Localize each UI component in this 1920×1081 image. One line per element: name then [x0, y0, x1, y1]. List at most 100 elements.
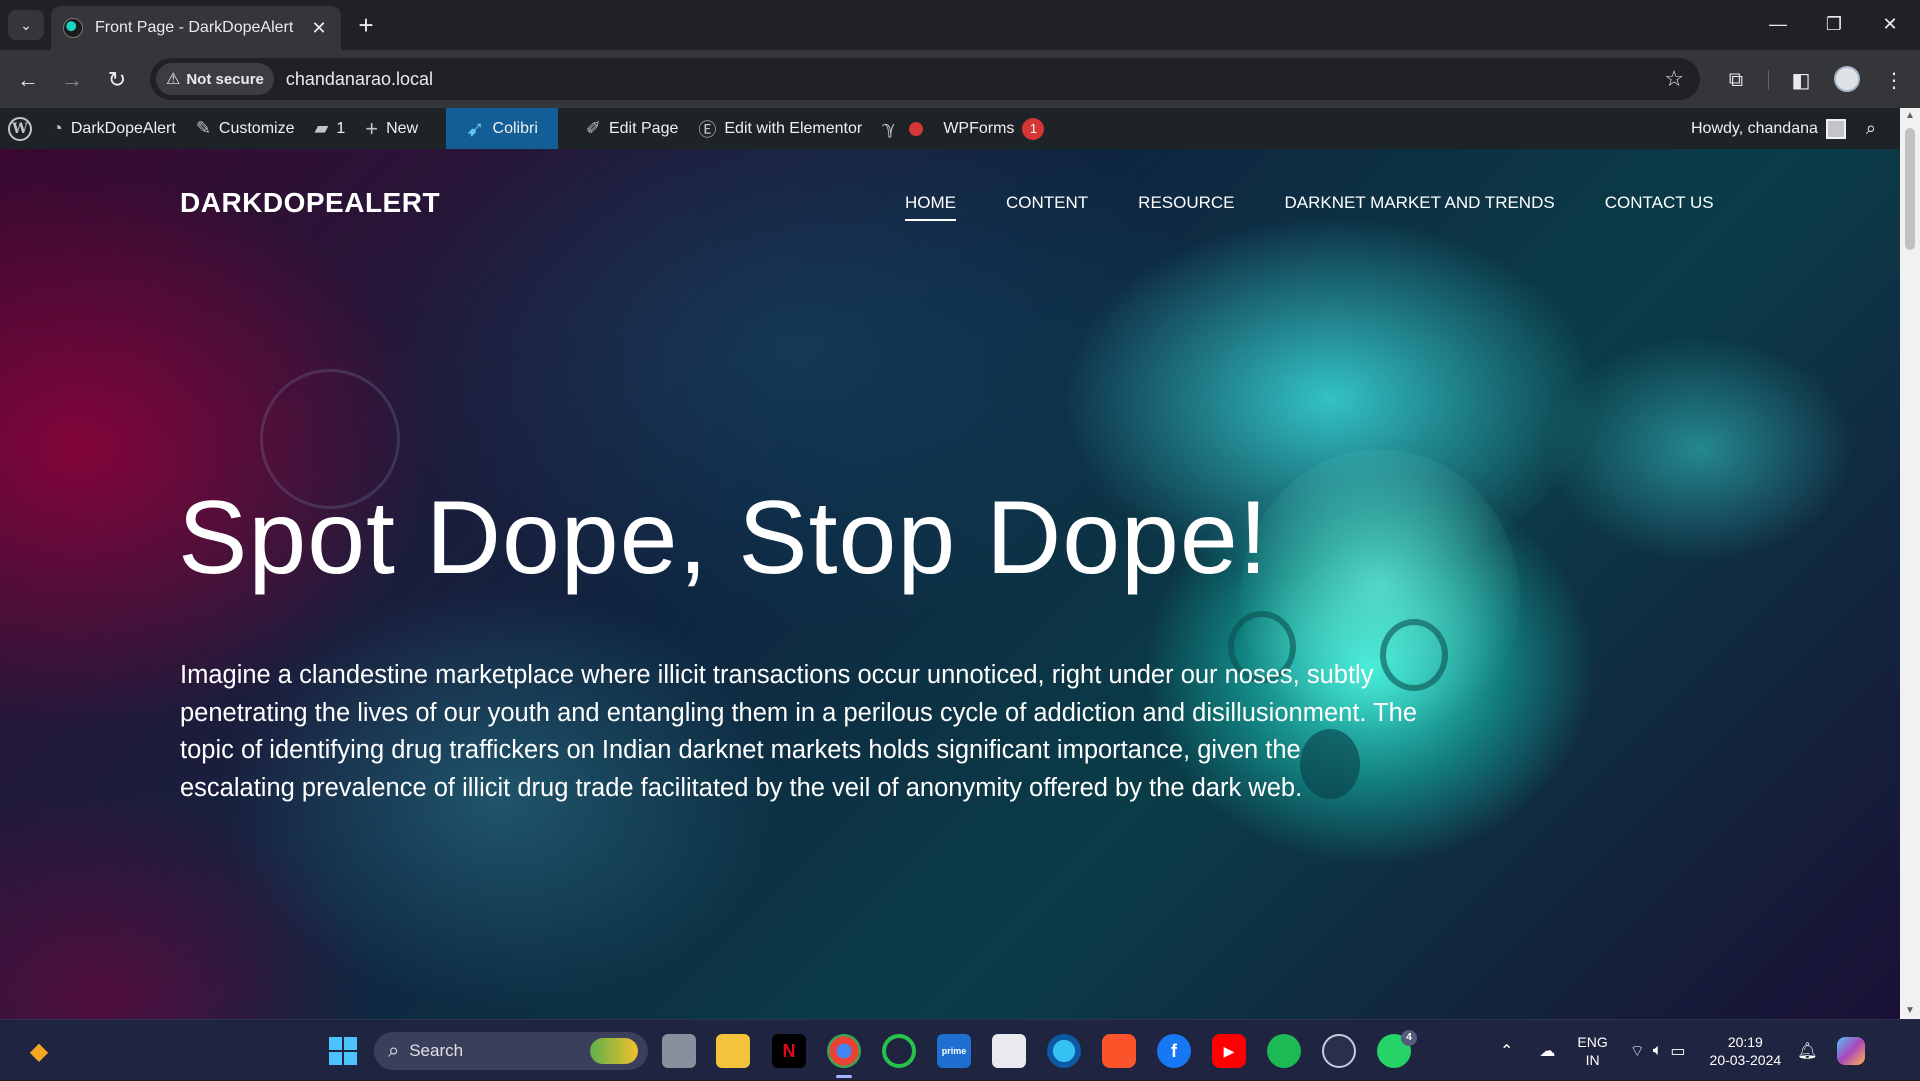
- refresh-app-icon[interactable]: [882, 1034, 916, 1068]
- notification-bell-icon[interactable]: 🔔︎: [1797, 1041, 1817, 1061]
- warning-triangle-icon: ⚠: [166, 71, 181, 88]
- page-scrollbar[interactable]: ▲ ▼: [1900, 108, 1920, 1019]
- clock[interactable]: 20:19 20-03-2024: [1710, 1033, 1782, 1069]
- widgets-icon[interactable]: ◆: [22, 1034, 56, 1068]
- prime-video-icon[interactable]: prime: [937, 1034, 971, 1068]
- netflix-icon[interactable]: N: [772, 1034, 806, 1068]
- browser-tab-active[interactable]: Front Page - DarkDopeAlert ✕: [51, 6, 341, 50]
- edge-icon[interactable]: [1047, 1034, 1081, 1068]
- language-indicator[interactable]: ENG IN: [1577, 1033, 1607, 1069]
- customize-label: Customize: [218, 119, 295, 137]
- adminbar-edit-page[interactable]: ✐ Edit Page: [576, 108, 688, 149]
- profile-avatar[interactable]: [1834, 66, 1860, 92]
- comment-bubble-icon: ▰: [314, 118, 329, 138]
- reload-icon[interactable]: ↻: [101, 64, 133, 96]
- clock-time: 20:19: [1727, 1033, 1763, 1050]
- spotify-icon[interactable]: [1267, 1034, 1301, 1068]
- url-text[interactable]: chandanarao.local: [286, 69, 433, 90]
- system-tray: ⌃ ☁ ENG IN ⌔ 🔈︎ ▭ 20:19 20-03-2024 🔔︎: [1500, 1020, 1866, 1081]
- chevron-down-icon: ⌄: [20, 16, 32, 33]
- site-title[interactable]: DARKDOPEALERT: [180, 187, 440, 219]
- hero-section: DARKDOPEALERT HOME CONTENT RESOURCE DARK…: [0, 149, 1900, 1019]
- minimize-icon[interactable]: —: [1758, 8, 1798, 40]
- youtube-icon[interactable]: ▶: [1212, 1034, 1246, 1068]
- restore-icon[interactable]: ❐: [1814, 8, 1854, 40]
- pencil-icon: ✐: [585, 118, 601, 138]
- wifi-icon[interactable]: ⌔: [1630, 1041, 1645, 1061]
- language-top: ENG: [1577, 1033, 1608, 1050]
- adminbar-site-name[interactable]: ◔ DarkDopeAlert: [42, 108, 186, 149]
- wpforms-notification-badge: 1: [1022, 117, 1045, 140]
- whatsapp-badge: 4: [1401, 1030, 1417, 1046]
- new-label: New: [386, 119, 419, 137]
- toolbar-divider: [1768, 70, 1769, 90]
- whatsapp-icon[interactable]: 4: [1377, 1030, 1417, 1068]
- scroll-up-arrow-icon[interactable]: ▲: [1900, 108, 1920, 124]
- hero-paragraph: Imagine a clandestine marketplace where …: [180, 661, 1418, 802]
- browser-toolbar: ← → ↻ ⚠ Not secure chandanarao.local ☆ ⧉…: [0, 50, 1920, 108]
- task-view-icon[interactable]: [662, 1034, 696, 1068]
- dashboard-gauge-icon: ◔: [52, 118, 63, 138]
- search-icon: ⌕: [388, 1039, 400, 1062]
- adminbar-yoast[interactable]: ℽ: [872, 108, 933, 149]
- nav-item-home[interactable]: HOME: [905, 193, 956, 221]
- menu-kebab-icon[interactable]: ⋮: [1878, 64, 1910, 96]
- edit-elementor-label: Edit with Elementor: [724, 119, 863, 137]
- forward-arrow-icon[interactable]: →: [56, 64, 88, 96]
- site-name-label: DarkDopeAlert: [70, 119, 176, 137]
- side-panel-icon[interactable]: ◧: [1785, 64, 1817, 96]
- extensions-puzzle-icon[interactable]: ⧉: [1720, 64, 1752, 96]
- wp-admin-bar: W ◔ DarkDopeAlert ✎ Customize ▰ 1 + New …: [0, 108, 1920, 149]
- plus-icon: +: [365, 115, 379, 141]
- site-security-chip[interactable]: ⚠ Not secure: [156, 63, 274, 95]
- copilot-icon[interactable]: [1837, 1036, 1866, 1065]
- site-favicon-icon: [63, 18, 83, 38]
- browser-tabstrip: ⌄ Front Page - DarkDopeAlert ✕ + — ❐ ✕: [0, 0, 1920, 50]
- show-hidden-icons-icon[interactable]: ⌃: [1500, 1041, 1513, 1061]
- file-explorer-icon[interactable]: [716, 1034, 750, 1068]
- scroll-down-arrow-icon[interactable]: ▼: [1900, 1003, 1920, 1019]
- windows-start-icon[interactable]: [326, 1034, 360, 1068]
- adminbar-new[interactable]: + New: [355, 108, 428, 149]
- brave-icon[interactable]: [1102, 1034, 1136, 1068]
- nav-item-resource[interactable]: RESOURCE: [1138, 193, 1234, 221]
- tab-close-icon[interactable]: ✕: [309, 18, 329, 39]
- scroll-thumb[interactable]: [1905, 128, 1915, 250]
- tab-title: Front Page - DarkDopeAlert: [95, 19, 294, 36]
- security-label: Not secure: [186, 70, 264, 88]
- window-close-icon[interactable]: ✕: [1870, 8, 1910, 40]
- facebook-icon[interactable]: f: [1157, 1034, 1191, 1068]
- comments-count: 1: [336, 119, 346, 137]
- chrome-icon[interactable]: [827, 1034, 861, 1068]
- clock-date: 20-03-2024: [1709, 1051, 1782, 1068]
- taskbar-search-box[interactable]: ⌕ Search: [374, 1032, 648, 1070]
- nav-item-darknet-market-and-trends[interactable]: DARKNET MARKET AND TRENDS: [1285, 193, 1555, 221]
- nav-item-content[interactable]: CONTENT: [1006, 193, 1088, 221]
- onedrive-off-icon[interactable]: ☁: [1539, 1041, 1555, 1061]
- adminbar-my-account[interactable]: Howdy, chandana: [1681, 108, 1856, 149]
- adminbar-wpforms[interactable]: WPForms 1: [933, 108, 1054, 149]
- active-app-indicator: [836, 1075, 852, 1078]
- adminbar-comments[interactable]: ▰ 1: [304, 108, 355, 149]
- adminbar-customize[interactable]: ✎ Customize: [186, 108, 305, 149]
- yoast-seo-icon: ℽ: [882, 118, 896, 138]
- language-bottom: IN: [1585, 1051, 1600, 1068]
- hero-title: Spot Dope, Stop Dope!: [178, 480, 1269, 596]
- colibri-label: Colibri: [492, 119, 538, 137]
- paintbrush-icon: ✎: [195, 118, 211, 138]
- new-tab-button[interactable]: +: [352, 12, 380, 38]
- volume-icon[interactable]: 🔈︎: [1653, 1042, 1663, 1060]
- microsoft-store-icon[interactable]: [992, 1034, 1026, 1068]
- address-bar[interactable]: ⚠ Not secure chandanarao.local ☆: [150, 58, 1700, 100]
- nav-item-contact-us[interactable]: CONTACT US: [1605, 193, 1714, 221]
- wp-logo-menu[interactable]: W: [0, 108, 42, 149]
- primary-navigation: HOME CONTENT RESOURCE DARKNET MARKET AND…: [905, 193, 1714, 221]
- app-circle-icon[interactable]: [1322, 1034, 1356, 1068]
- taskbar-search-label: Search: [409, 1041, 464, 1060]
- back-arrow-icon[interactable]: ←: [12, 64, 44, 96]
- adminbar-edit-elementor[interactable]: Ⓔ Edit with Elementor: [688, 108, 872, 149]
- bookmark-star-icon[interactable]: ☆: [1664, 66, 1684, 92]
- adminbar-colibri[interactable]: ➹ Colibri: [446, 108, 558, 149]
- tab-search-button[interactable]: ⌄: [8, 10, 44, 40]
- battery-icon[interactable]: ▭: [1670, 1041, 1685, 1061]
